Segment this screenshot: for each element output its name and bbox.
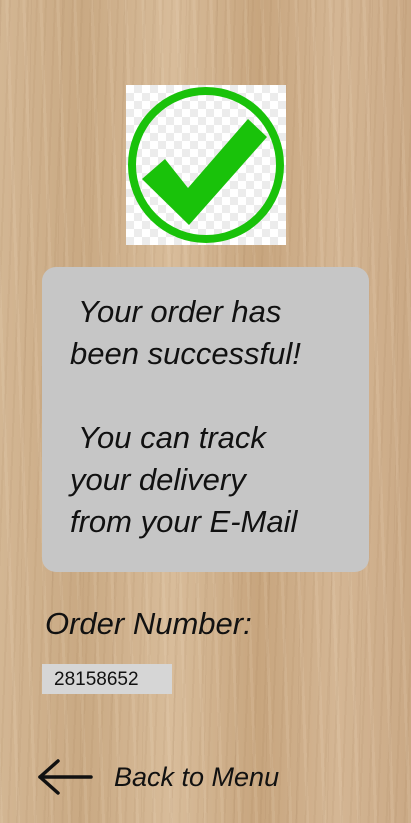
order-number-value: 28158652 — [42, 664, 172, 694]
checkmark-circle-icon — [128, 87, 284, 243]
arrow-left-icon[interactable] — [36, 757, 94, 797]
order-number-label: Order Number: — [45, 606, 252, 641]
message-spacer — [70, 375, 349, 417]
message-line-2: been successful! — [70, 336, 301, 371]
back-to-menu-label[interactable]: Back to Menu — [114, 762, 279, 793]
success-check-icon — [126, 85, 286, 245]
success-message-card: Your order has been successful! You can … — [42, 267, 369, 572]
message-line-5: from your E-Mail — [70, 504, 298, 539]
message-line-4: your delivery — [70, 462, 246, 497]
message-line-3: You can track — [70, 420, 266, 455]
back-to-menu-button[interactable]: Back to Menu — [36, 752, 336, 802]
message-line-1: Your order has — [70, 294, 282, 329]
